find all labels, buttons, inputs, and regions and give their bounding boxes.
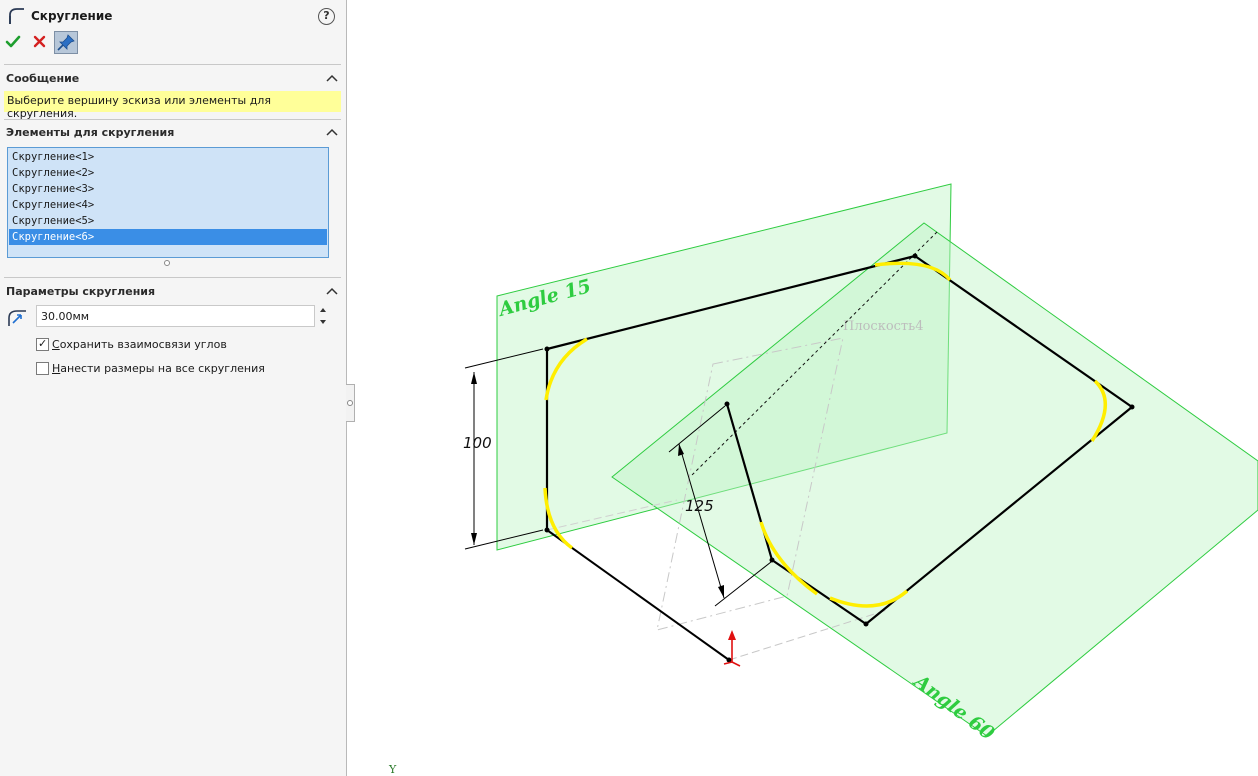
cancel-x-button[interactable] (31, 33, 49, 51)
question-circle-icon[interactable]: ? (318, 8, 335, 25)
axis-label-y: Y (388, 763, 397, 776)
chevron-up-icon[interactable] (326, 74, 338, 82)
fillet-feature-icon (9, 8, 24, 24)
sketch-line[interactable] (546, 529, 730, 661)
pushpin-icon (57, 34, 75, 51)
model-view[interactable]: Angle 15 Angle 60 Плоскость4 100 125 Y (347, 0, 1258, 776)
dimension-each-fillet-label[interactable]: Нанести размеры на все скругления (52, 362, 265, 375)
message-group-title: Сообщение (6, 72, 80, 85)
keep-constrained-corners-label[interactable]: Сохранить взаимосвязи углов (52, 338, 227, 351)
entity-list-item[interactable]: Скругление<6> (9, 229, 327, 245)
property-manager-panel: Скругление ? Сообщение Выберите вершину … (0, 0, 355, 776)
dimension-100-text[interactable]: 100 (463, 434, 492, 452)
separator (4, 119, 341, 120)
panel-header: Скругление ? (0, 0, 346, 32)
entities-group-title: Элементы для скругления (6, 126, 175, 139)
fillet-radius-input[interactable] (36, 305, 315, 327)
entity-list-item[interactable]: Скругление<1> (9, 149, 327, 165)
list-resize-handle[interactable] (164, 260, 170, 266)
parameters-group-title: Параметры скругления (6, 285, 156, 298)
entity-list-item[interactable]: Скругление<5> (9, 213, 327, 229)
spin-up-icon[interactable] (317, 305, 329, 316)
entity-list-item[interactable]: Скругление<2> (9, 165, 327, 181)
ok-checkmark-button[interactable] (4, 33, 22, 51)
fillet-radius-icon (8, 310, 26, 326)
origin-triad-icon (723, 630, 741, 667)
separator (4, 277, 341, 278)
message-text: Выберите вершину эскиза или элементы для… (4, 91, 341, 120)
entity-list-item[interactable]: Скругление<4> (9, 197, 327, 213)
chevron-up-icon[interactable] (326, 128, 338, 136)
spin-down-icon[interactable] (317, 316, 329, 327)
keep-constrained-corners-checkbox[interactable]: ✓ (36, 337, 49, 351)
pushpin-button[interactable] (54, 31, 78, 54)
plane4-label: Плоскость4 (843, 319, 923, 334)
radius-spinner[interactable] (317, 305, 329, 327)
checkmark-icon: ✓ (38, 337, 48, 350)
panel-title: Скругление (31, 9, 113, 23)
entity-list-item[interactable]: Скругление<3> (9, 181, 327, 197)
graphics-viewport[interactable]: Angle 15 Angle 60 Плоскость4 100 125 Y (347, 0, 1258, 776)
chevron-up-icon[interactable] (326, 287, 338, 295)
dimension-125-text[interactable]: 125 (685, 497, 714, 515)
dimension-each-fillet-checkbox[interactable] (36, 362, 49, 375)
fillet-entities-list[interactable]: Скругление<1> Скругление<2> Скругление<3> С… (7, 147, 329, 258)
separator (4, 64, 341, 65)
